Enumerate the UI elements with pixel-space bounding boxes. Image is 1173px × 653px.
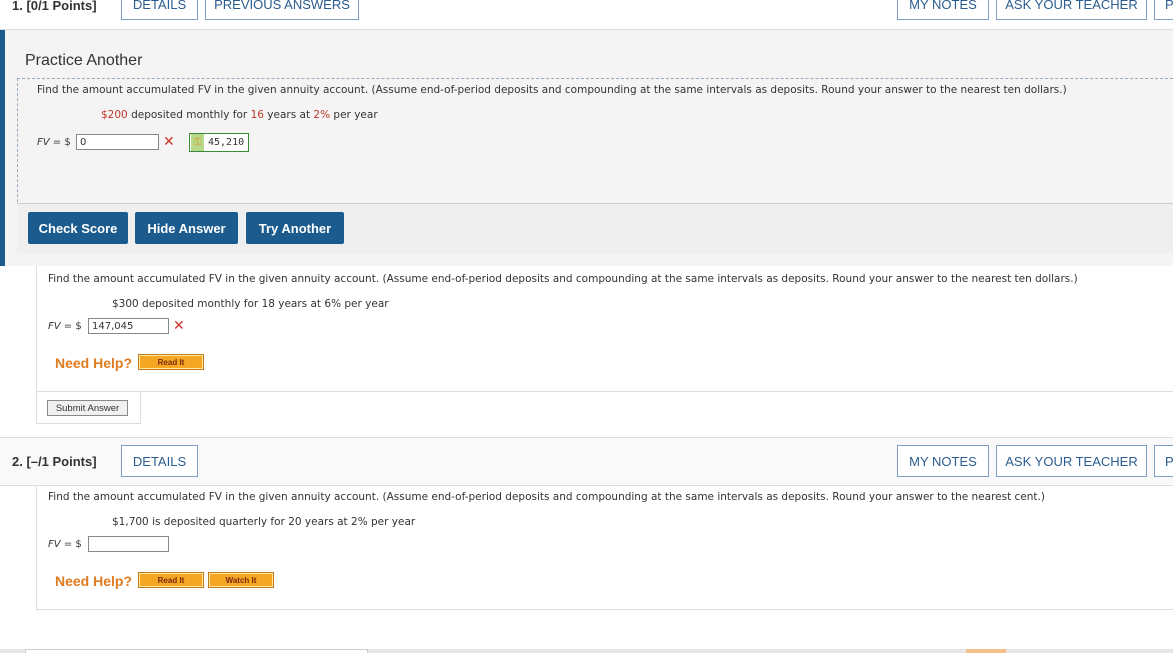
fv-equals: = $ bbox=[60, 321, 82, 332]
given-rate: 2% bbox=[313, 109, 331, 121]
print-button-partial[interactable]: P bbox=[1154, 445, 1173, 477]
question-2-fv-label: FV = $ bbox=[48, 539, 82, 550]
ask-teacher-button[interactable]: ASK YOUR TEACHER bbox=[996, 445, 1147, 477]
details-button[interactable]: DETAILS bbox=[121, 0, 198, 20]
need-help-label: Need Help? bbox=[55, 573, 133, 589]
fv-symbol: FV bbox=[37, 137, 50, 148]
fv-symbol: FV bbox=[48, 321, 61, 332]
try-another-button[interactable]: Try Another bbox=[246, 212, 344, 244]
print-button-partial[interactable]: P bbox=[1154, 0, 1173, 20]
key-icon: ⚿ bbox=[191, 134, 204, 151]
incorrect-x-icon: ✕ bbox=[173, 318, 185, 334]
question-2-given: $1,700 is deposited quarterly for 20 yea… bbox=[112, 516, 416, 528]
submit-answer-button[interactable]: Submit Answer bbox=[47, 400, 128, 416]
given-years: 16 bbox=[250, 109, 264, 121]
given-text: deposited monthly for bbox=[127, 109, 251, 121]
practice-prompt: Find the amount accumulated FV in the gi… bbox=[37, 84, 1067, 96]
question-1-label: 1. [0/1 Points] bbox=[12, 0, 97, 13]
hide-answer-button[interactable]: Hide Answer bbox=[135, 212, 238, 244]
question-2-prompt: Find the amount accumulated FV in the gi… bbox=[48, 491, 1045, 503]
check-score-button[interactable]: Check Score bbox=[28, 212, 128, 244]
previous-answers-button[interactable]: PREVIOUS ANSWERS bbox=[205, 0, 359, 20]
fv-symbol: FV bbox=[48, 539, 61, 550]
practice-title: Practice Another bbox=[25, 52, 143, 69]
practice-given: $200 deposited monthly for 16 years at 2… bbox=[101, 109, 378, 121]
correct-answer-value: 45,210 bbox=[208, 137, 245, 148]
given-text: per year bbox=[330, 109, 378, 121]
question-1-fv-label: FV = $ bbox=[48, 321, 82, 332]
given-text: years at bbox=[263, 109, 314, 121]
ask-teacher-button[interactable]: ASK YOUR TEACHER bbox=[996, 0, 1147, 20]
correct-answer-box: ⚿ 45,210 bbox=[189, 133, 249, 152]
practice-fv-input[interactable] bbox=[76, 134, 159, 150]
fv-equals: = $ bbox=[60, 539, 82, 550]
read-it-button[interactable]: Read It bbox=[138, 354, 204, 370]
watch-it-button[interactable]: Watch It bbox=[208, 572, 274, 588]
practice-fv-label: FV = $ bbox=[37, 137, 71, 148]
details-button[interactable]: DETAILS bbox=[121, 445, 198, 477]
my-notes-button[interactable]: MY NOTES bbox=[897, 445, 989, 477]
need-help-label: Need Help? bbox=[55, 355, 133, 371]
incorrect-x-icon: ✕ bbox=[163, 134, 175, 150]
fv-equals: = $ bbox=[49, 137, 71, 148]
question-2-fv-input[interactable] bbox=[88, 536, 169, 552]
question-2-body bbox=[36, 486, 1173, 610]
question-2-label: 2. [–/1 Points] bbox=[12, 454, 97, 469]
bottom-accent-partial bbox=[966, 649, 1006, 653]
question-1-prompt: Find the amount accumulated FV in the gi… bbox=[48, 273, 1078, 285]
question-1-given: $300 deposited monthly for 18 years at 6… bbox=[112, 298, 389, 310]
question-1-fv-input[interactable] bbox=[88, 318, 169, 334]
read-it-button[interactable]: Read It bbox=[138, 572, 204, 588]
my-notes-button[interactable]: MY NOTES bbox=[897, 0, 989, 20]
bottom-input-partial[interactable] bbox=[25, 649, 368, 653]
given-amount: $200 bbox=[101, 109, 128, 121]
